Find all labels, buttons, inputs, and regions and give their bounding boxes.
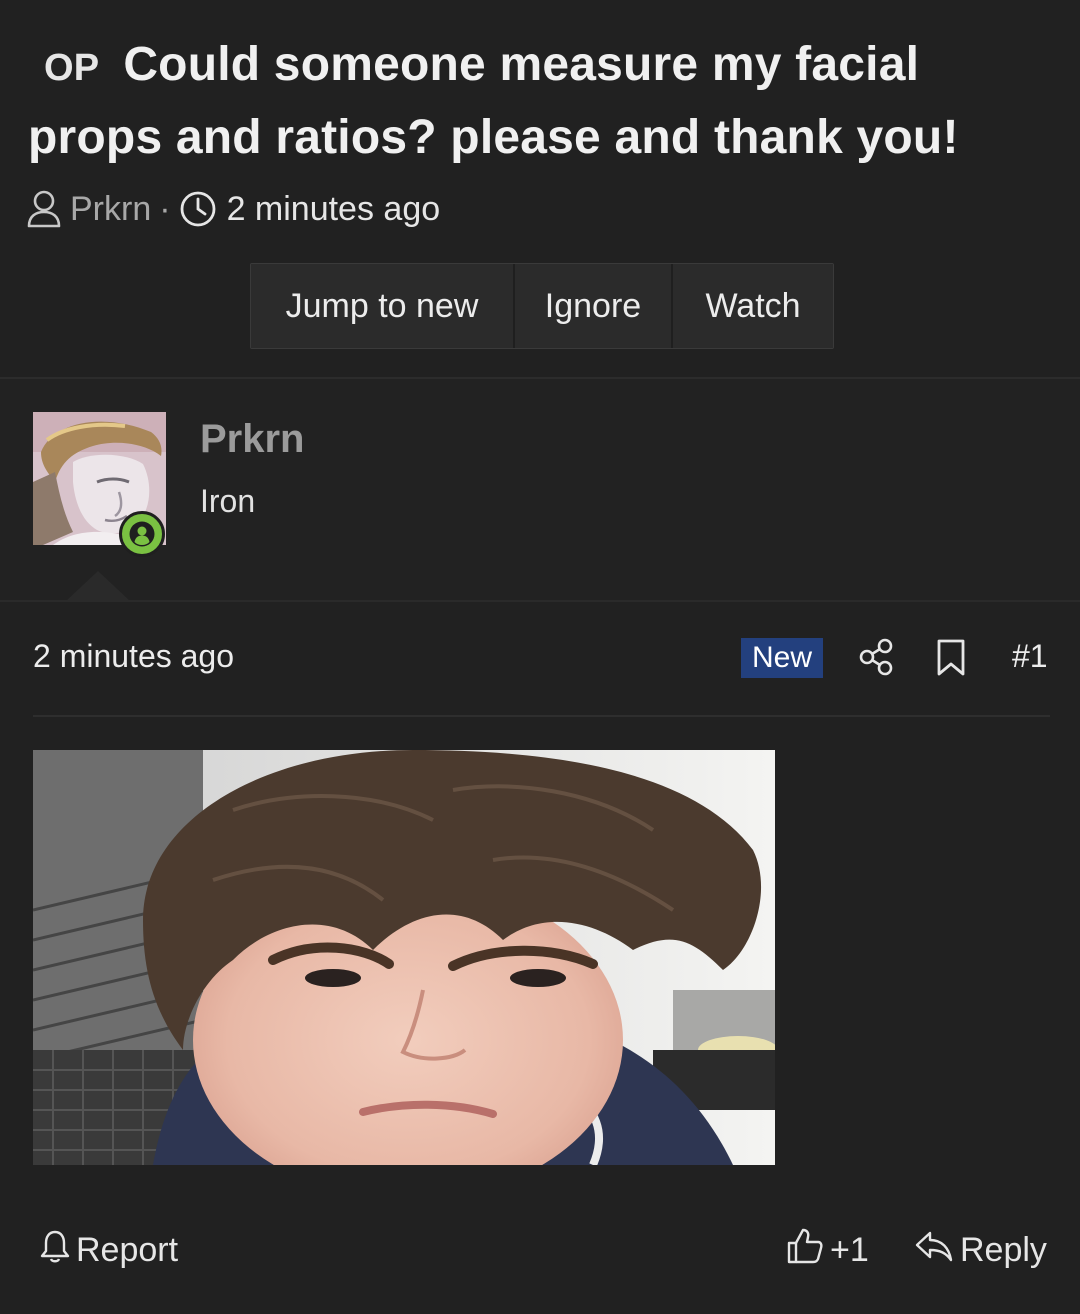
online-status-icon <box>119 511 165 557</box>
like-count: +1 <box>830 1230 869 1269</box>
thread-header: OP Could someone measure my facial props … <box>0 0 1080 378</box>
bookmark-icon[interactable] <box>936 638 966 683</box>
divider <box>33 715 1050 717</box>
watch-button[interactable]: Watch <box>673 264 833 348</box>
thumbs-up-icon <box>786 1227 830 1274</box>
thread-author-link[interactable]: Prkrn <box>70 190 151 229</box>
jump-to-new-button[interactable]: Jump to new <box>251 264 515 348</box>
reply-label: Reply <box>960 1230 1047 1269</box>
meta-separator: · <box>159 189 171 228</box>
like-button[interactable]: +1 <box>786 1228 869 1270</box>
reply-icon <box>914 1228 960 1273</box>
report-label: Report <box>76 1230 179 1269</box>
post-attached-image[interactable] <box>33 750 775 1165</box>
thread-page: OP Could someone measure my facial props … <box>0 0 1080 1314</box>
thread-meta: Prkrn · 2 minutes ago <box>26 186 440 232</box>
post-time[interactable]: 2 minutes ago <box>33 638 234 675</box>
thread-title-text: Could someone measure my facial props an… <box>28 38 959 164</box>
post-user-block: Prkrn Iron <box>0 379 1080 601</box>
bell-icon <box>40 1228 76 1273</box>
user-title: Iron <box>200 483 256 519</box>
post-username[interactable]: Prkrn <box>200 417 305 462</box>
op-prefix: OP <box>44 47 100 89</box>
user-block-pointer <box>66 571 130 601</box>
thread-time[interactable]: 2 minutes ago <box>227 190 441 229</box>
post-number-link[interactable]: #1 <box>1012 638 1048 675</box>
ignore-button[interactable]: Ignore <box>515 264 673 348</box>
clock-icon <box>179 190 217 228</box>
new-badge: New <box>741 638 823 678</box>
reply-button[interactable]: Reply <box>914 1230 1047 1270</box>
report-button[interactable]: Report <box>40 1230 178 1270</box>
user-icon <box>26 189 62 229</box>
thread-title: OP Could someone measure my facial props … <box>28 30 1058 173</box>
thread-action-buttons: Jump to new Ignore Watch <box>250 263 834 349</box>
share-icon[interactable] <box>858 638 894 681</box>
post: 2 minutes ago New #1 Report +1 Reply <box>0 602 1080 1314</box>
